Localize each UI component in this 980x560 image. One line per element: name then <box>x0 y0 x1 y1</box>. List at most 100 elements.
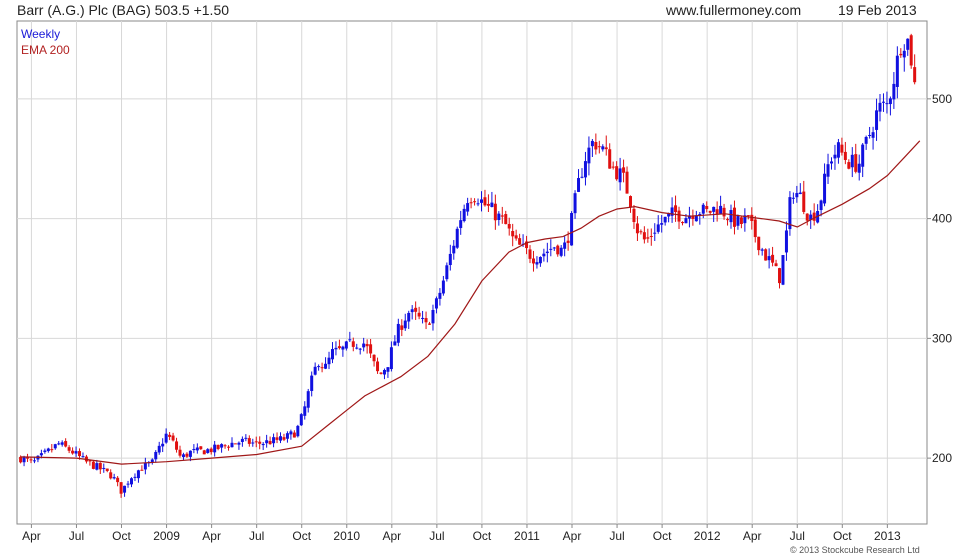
weekly-bar-body <box>310 375 314 391</box>
x-axis-ticks: Apr Jul Oct 2009 Apr Jul Oct 2010 Apr Jul Oct 2011 A… <box>22 524 901 543</box>
weekly-bar-body <box>324 363 328 369</box>
weekly-bar-body <box>476 203 480 205</box>
weekly-bar-body <box>892 83 896 100</box>
weekly-bar-body <box>660 223 664 225</box>
weekly-bar-body <box>414 307 418 312</box>
weekly-bar-body <box>289 431 293 435</box>
weekly-bar-body <box>798 192 802 195</box>
weekly-bar-body <box>43 450 47 452</box>
y-tick-label: 400 <box>932 212 952 226</box>
weekly-bar-body <box>410 309 414 313</box>
weekly-bar-body <box>379 372 383 374</box>
weekly-bar-body <box>757 236 761 251</box>
weekly-bar-body <box>434 298 438 309</box>
x-tick-label: Apr <box>202 529 221 543</box>
weekly-bar-body <box>185 453 189 457</box>
weekly-bar-body <box>60 442 64 445</box>
weekly-bar-body <box>386 367 390 372</box>
weekly-bar-body <box>206 449 210 453</box>
weekly-bar-body <box>459 220 463 229</box>
weekly-bar-body <box>795 193 799 198</box>
weekly-bar-body <box>428 323 432 325</box>
weekly-bar-body <box>802 191 806 212</box>
weekly-bar-body <box>531 258 535 264</box>
weekly-bar-body <box>653 232 657 234</box>
weekly-bar-body <box>126 483 130 485</box>
weekly-bar-body <box>577 178 581 192</box>
weekly-bar-body <box>227 446 231 448</box>
weekly-bar-body <box>895 55 899 87</box>
weekly-bar-body <box>102 467 106 469</box>
weekly-bar-body <box>279 436 283 441</box>
weekly-bar-body <box>604 147 608 150</box>
weekly-bar-body <box>823 173 827 204</box>
weekly-bar-body <box>403 320 407 329</box>
weekly-bar-body <box>265 440 269 444</box>
y-tick-label: 500 <box>932 92 952 106</box>
weekly-bar-body <box>608 149 612 169</box>
copyright-text: © 2013 Stockcube Research Ltd <box>790 545 920 555</box>
weekly-bar-body <box>213 444 217 453</box>
weekly-bar-body <box>393 341 397 346</box>
weekly-bar-body <box>327 357 331 365</box>
weekly-bar-body <box>78 451 82 457</box>
weekly-bar-body <box>580 176 584 178</box>
y-tick-label: 300 <box>932 331 952 345</box>
weekly-bar-body <box>473 201 477 203</box>
weekly-bar-body <box>396 323 400 343</box>
weekly-bar-body <box>199 446 203 450</box>
weekly-bar-body <box>715 209 719 215</box>
weekly-bar-body <box>712 206 716 212</box>
weekly-bar-body <box>365 344 369 347</box>
weekly-bar-body <box>545 251 549 254</box>
weekly-bar-body <box>902 50 906 58</box>
weekly-bar-body <box>299 414 303 426</box>
weekly-bar-body <box>590 140 594 147</box>
weekly-bar-body <box>774 263 778 267</box>
weekly-bar-body <box>573 193 577 214</box>
plot-frame <box>16 20 928 525</box>
weekly-bar-body <box>622 167 626 173</box>
weekly-bar-body <box>836 142 840 158</box>
weekly-bar-body <box>753 219 757 238</box>
x-tick-label: Oct <box>112 529 131 543</box>
x-tick-label: Jul <box>249 529 264 543</box>
weekly-bar-body <box>726 219 730 221</box>
weekly-bar-body <box>542 253 546 257</box>
weekly-bar-body <box>847 162 851 169</box>
weekly-bar-body <box>362 343 366 348</box>
weekly-bar-body <box>129 478 133 485</box>
weekly-bar-body <box>417 312 421 317</box>
weekly-bar-body <box>247 438 251 444</box>
x-tick-label: Jul <box>790 529 805 543</box>
weekly-bar-body <box>143 462 147 470</box>
weekly-bar-body <box>500 215 504 217</box>
weekly-bar-body <box>812 212 816 221</box>
weekly-bar-body <box>39 453 43 456</box>
weekly-bar-body <box>684 218 688 224</box>
weekly-bar-body <box>881 101 885 103</box>
weekly-bar-body <box>175 441 179 450</box>
weekly-bar-body <box>320 367 324 369</box>
weekly-bar-body <box>223 445 227 447</box>
weekly-bar-body <box>486 203 490 206</box>
weekly-bar-body <box>112 477 116 479</box>
weekly-bar-body <box>566 240 570 243</box>
weekly-bar-body <box>313 366 317 375</box>
weekly-bar-body <box>237 442 241 445</box>
weekly-bar-body <box>805 213 809 221</box>
weekly-bar-body <box>445 265 449 280</box>
weekly-bar-body <box>50 449 54 451</box>
weekly-bar-body <box>909 35 913 66</box>
x-tick-label: Oct <box>292 529 311 543</box>
weekly-bar-body <box>462 208 466 222</box>
weekly-bar-body <box>71 450 75 454</box>
weekly-bar-body <box>854 154 858 172</box>
weekly-bar-body <box>563 242 567 249</box>
weekly-bar-body <box>164 433 168 443</box>
weekly-bar-body <box>64 441 68 447</box>
weekly-bar-body <box>819 200 823 211</box>
weekly-bar-body <box>233 443 237 445</box>
weekly-bar-body <box>133 476 137 478</box>
weekly-bar-body <box>220 444 224 448</box>
